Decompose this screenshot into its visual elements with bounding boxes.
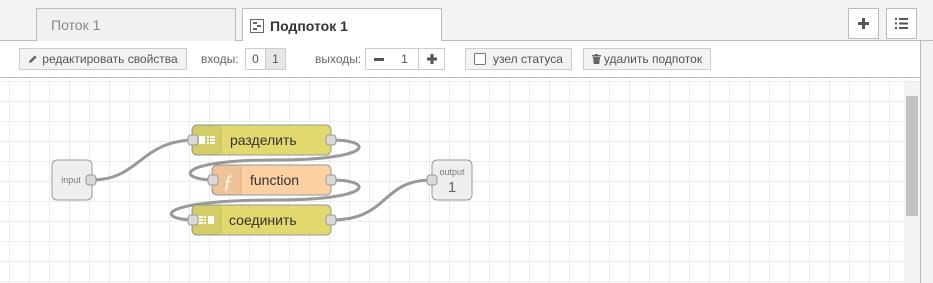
input-node-label: input [61,175,81,185]
function-node-input-port[interactable] [207,174,219,186]
output-node-number: 1 [448,179,456,196]
join-node[interactable]: соединить [187,204,337,236]
join-node-input-port[interactable] [187,214,199,226]
split-node-input-port[interactable] [187,134,199,146]
split-icon [199,136,215,144]
function-node[interactable]: ƒ function [207,164,337,196]
wire-join-to-output[interactable] [330,178,433,222]
split-node-output-port[interactable] [325,134,337,146]
subflow-output-node[interactable]: output 1 [426,159,473,201]
output-node-input-port[interactable] [426,174,438,186]
input-node-output-port[interactable] [85,174,97,186]
function-icon: ƒ [223,172,233,193]
join-node-label: соединить [229,212,297,228]
flow-diagram: input разделить ƒ function соединить out… [51,124,473,236]
function-node-output-port[interactable] [325,174,337,186]
subflow-input-node[interactable]: input [51,159,97,201]
function-node-label: function [250,172,299,188]
join-node-output-port[interactable] [325,214,337,226]
split-node-label: разделить [230,132,297,148]
wire-input-to-split[interactable] [91,138,197,182]
output-node-label: output [439,167,465,177]
join-icon [198,216,214,224]
split-node[interactable]: разделить [187,124,337,156]
